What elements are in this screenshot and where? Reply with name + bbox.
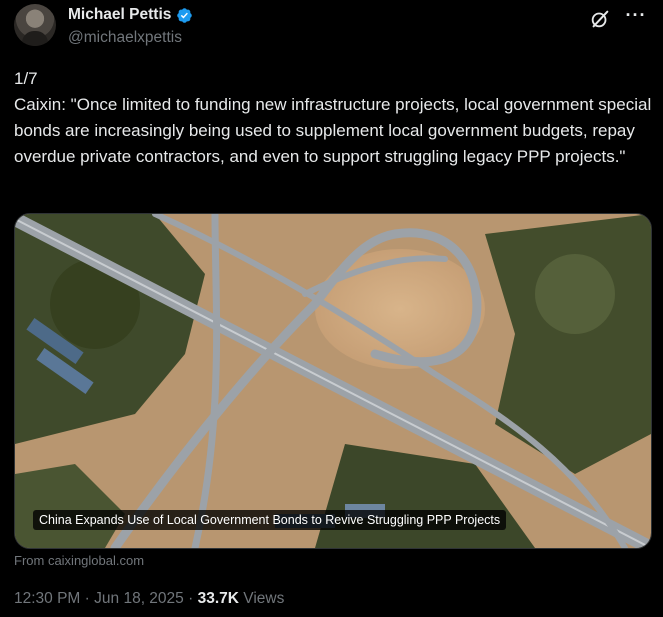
tweet-time[interactable]: 12:30 PM xyxy=(14,590,80,607)
meta-separator: · xyxy=(188,590,194,607)
handle[interactable]: @michaelxpettis xyxy=(68,29,182,47)
verified-badge-icon xyxy=(177,7,193,23)
more-icon[interactable]: ··· xyxy=(623,6,649,28)
meta-separator: · xyxy=(84,590,90,607)
card-caption: China Expands Use of Local Government Bo… xyxy=(33,510,507,530)
name-row: Michael Pettis xyxy=(68,6,193,24)
tweet-body: Caixin: "Once limited to funding new inf… xyxy=(14,95,656,166)
tweet-date[interactable]: Jun 18, 2025 xyxy=(94,590,184,607)
views-count[interactable]: 33.7K xyxy=(198,590,239,607)
aerial-highway-interchange-image xyxy=(15,214,651,548)
link-card-image[interactable]: China Expands Use of Local Government Bo… xyxy=(14,213,652,549)
thread-counter: 1/7 xyxy=(14,69,38,88)
display-name[interactable]: Michael Pettis xyxy=(68,6,171,24)
tweet-meta: 12:30 PM · Jun 18, 2025 · 33.7K Views xyxy=(14,590,284,608)
tweet-header: Michael Pettis @michaelxpettis ··· xyxy=(14,4,649,54)
card-source[interactable]: From caixinglobal.com xyxy=(14,553,144,568)
grok-icon[interactable] xyxy=(589,8,611,30)
avatar[interactable] xyxy=(14,4,56,46)
views-label: Views xyxy=(243,590,285,607)
tweet-text: 1/7 Caixin: "Once limited to funding new… xyxy=(14,66,654,170)
